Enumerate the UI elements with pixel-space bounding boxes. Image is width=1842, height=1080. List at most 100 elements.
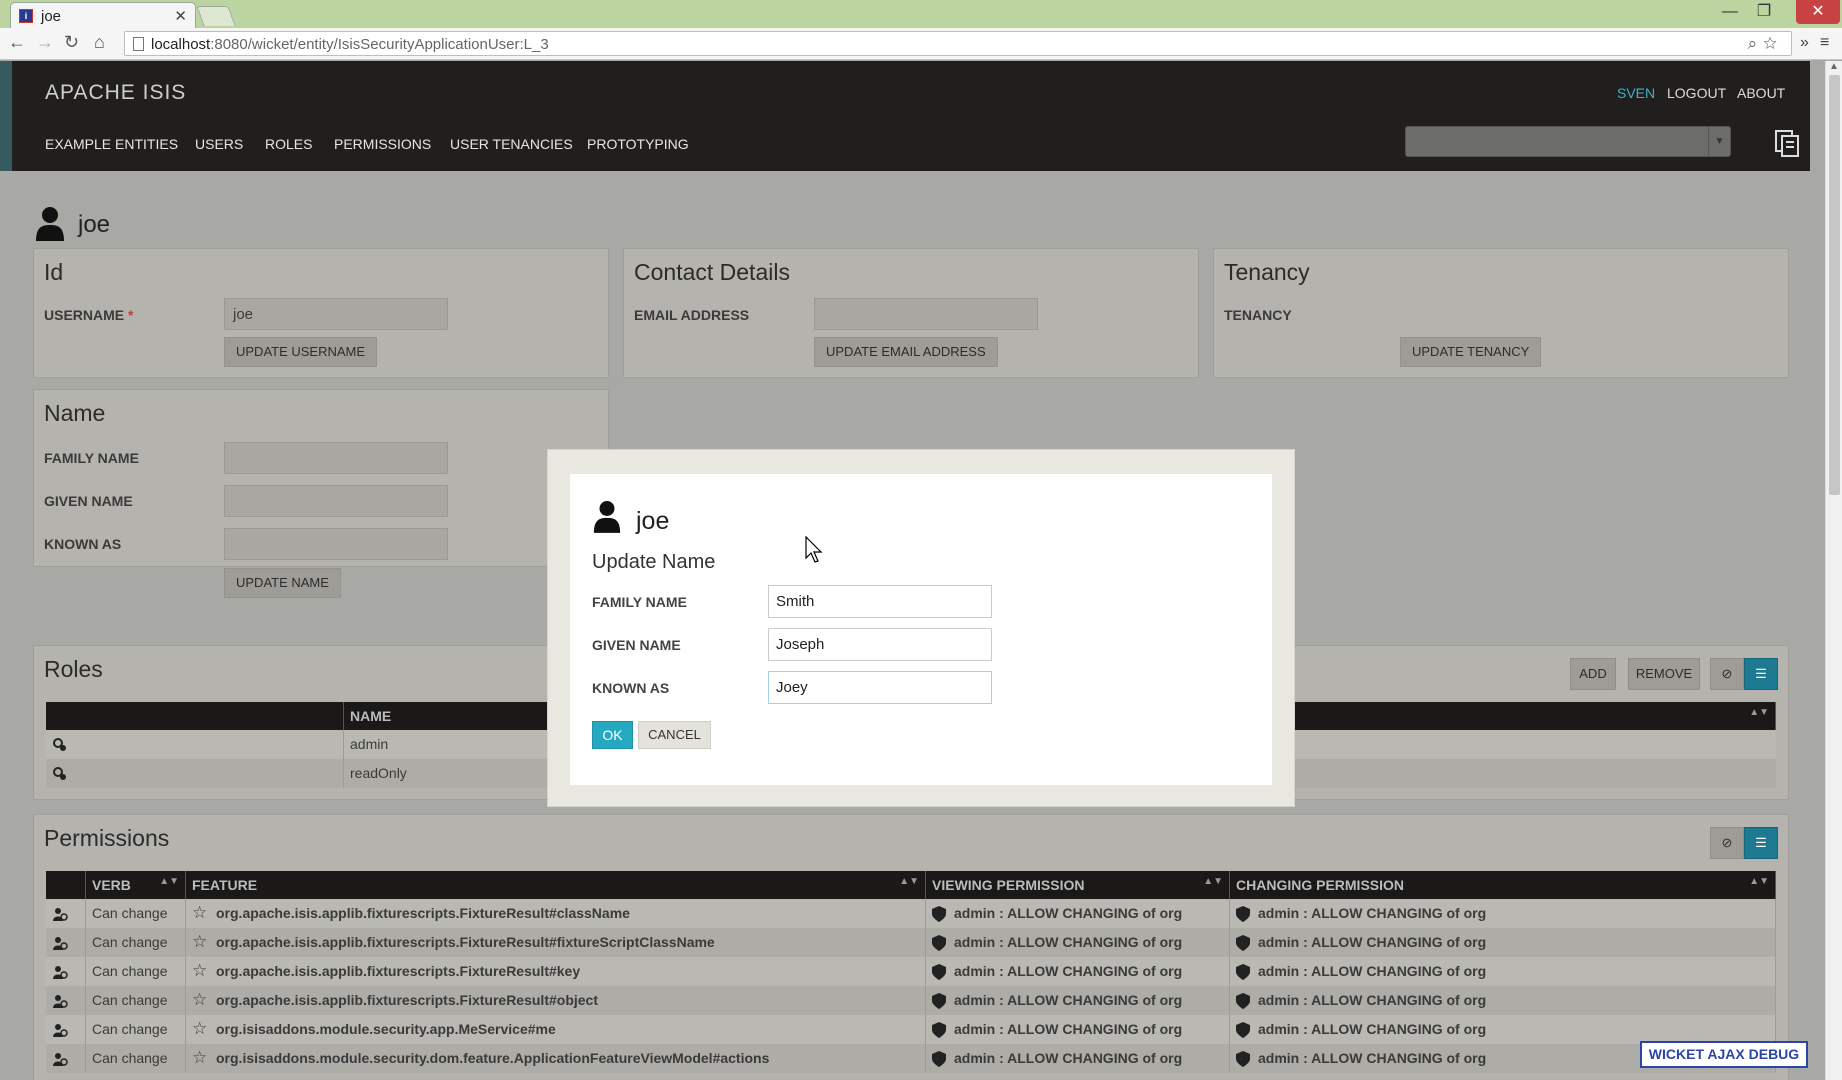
star-icon: ☆ — [192, 1019, 208, 1038]
viewing-permission-header[interactable]: VIEWING PERMISSION ▲▼ — [926, 871, 1230, 899]
scroll-thumb[interactable] — [1829, 75, 1840, 495]
feature-cell[interactable]: ☆ org.isisaddons.module.security.dom.feat… — [186, 1044, 926, 1073]
username-field[interactable]: joe — [224, 298, 448, 330]
changing-permission-cell[interactable]: admin : ALLOW CHANGING of org — [1230, 928, 1776, 957]
menu-users[interactable]: USERS — [195, 136, 243, 152]
shield-icon — [1236, 1051, 1250, 1067]
tab-title: joe — [41, 8, 62, 25]
feature-cell[interactable]: ☆ org.apache.isis.applib.fixturescripts.F… — [186, 899, 926, 928]
bookmark-star-icon[interactable]: ☆ — [1763, 34, 1783, 53]
app-brand[interactable]: APACHE ISIS — [45, 81, 186, 105]
sort-icon[interactable]: ▲▼ — [1203, 876, 1223, 887]
bookmarks-icon[interactable] — [1772, 127, 1802, 157]
dialog-given-name-input[interactable]: Joseph — [768, 628, 992, 661]
family-name-field[interactable] — [224, 442, 448, 474]
zoom-icon[interactable]: ⌕ — [1748, 34, 1764, 53]
menu-permissions[interactable]: PERMISSIONS — [334, 136, 431, 152]
sort-icon[interactable]: ▲▼ — [1749, 876, 1769, 887]
update-email-button[interactable]: UPDATE EMAIL ADDRESS — [814, 337, 998, 367]
forward-icon[interactable]: → — [36, 32, 54, 53]
menu-prototyping[interactable]: PROTOTYPING — [587, 136, 689, 152]
minimize-icon[interactable]: — — [1712, 0, 1748, 24]
viewing-permission-cell[interactable]: admin : ALLOW CHANGING of org — [926, 1015, 1230, 1044]
chrome-menu-icon[interactable]: ≡ — [1820, 34, 1829, 52]
about-link[interactable]: ABOUT — [1737, 85, 1785, 101]
home-icon[interactable]: ⌂ — [94, 32, 105, 53]
feature-cell[interactable]: ☆ org.apache.isis.applib.fixturescripts.F… — [186, 928, 926, 957]
tab-close-icon[interactable]: ✕ — [174, 7, 187, 25]
role-icon — [53, 738, 66, 751]
window-close-icon[interactable]: ✕ — [1796, 0, 1840, 24]
changing-permission-cell[interactable]: admin : ALLOW CHANGING of org — [1230, 957, 1776, 986]
sort-icon[interactable]: ▲▼ — [1749, 707, 1769, 718]
list-view-icon[interactable]: ☰ — [1744, 827, 1778, 859]
dialog-known-as-input[interactable]: Joey — [768, 671, 992, 704]
dialog-action-title: Update Name — [592, 551, 716, 573]
shield-icon — [932, 993, 946, 1009]
update-name-button[interactable]: UPDATE NAME — [224, 568, 341, 598]
user-icon — [593, 501, 621, 533]
dialog-entity-title: joe — [636, 507, 670, 535]
verb-cell: Can change — [86, 899, 186, 928]
shield-icon — [1236, 906, 1250, 922]
current-user-link[interactable]: SVEN — [1617, 85, 1655, 101]
table-row[interactable]: Can change ☆ org.isisaddons.module.securit… — [46, 1044, 1776, 1073]
browser-tab[interactable]: i joe ✕ — [10, 2, 196, 28]
new-tab-button[interactable] — [196, 6, 236, 26]
menu-roles[interactable]: ROLES — [265, 136, 312, 152]
ok-button[interactable]: OK — [592, 721, 633, 749]
dialog-family-name-input[interactable]: Smith — [768, 585, 992, 618]
app-header: APACHE ISIS EXAMPLE ENTITIES USERS ROLES… — [0, 61, 1810, 171]
sort-icon[interactable]: ▲▼ — [899, 876, 919, 887]
viewing-permission-cell[interactable]: admin : ALLOW CHANGING of org — [926, 899, 1230, 928]
given-name-field[interactable] — [224, 485, 448, 517]
table-row[interactable]: Can change ☆ org.isisaddons.module.securit… — [46, 1015, 1776, 1044]
logout-link[interactable]: LOGOUT — [1667, 85, 1726, 101]
search-select[interactable]: ▼ — [1405, 126, 1731, 157]
dialog-family-name-label: FAMILY NAME — [592, 594, 687, 610]
menu-user-tenancies[interactable]: USER TENANCIES — [450, 136, 573, 152]
list-view-icon[interactable]: ☰ — [1744, 658, 1778, 690]
chevron-down-icon[interactable]: ▼ — [1708, 127, 1730, 156]
viewing-permission-cell[interactable]: admin : ALLOW CHANGING of org — [926, 1044, 1230, 1073]
known-as-field[interactable] — [224, 528, 448, 560]
feature-header[interactable]: FEATURE ▲▼ — [186, 871, 926, 899]
table-row[interactable]: Can change ☆ org.apache.isis.applib.fixtur… — [46, 899, 1776, 928]
verb-header[interactable]: VERB ▲▼ — [86, 871, 186, 899]
email-field[interactable] — [814, 298, 1038, 330]
wicket-ajax-debug-button[interactable]: WICKET AJAX DEBUG — [1640, 1041, 1808, 1068]
feature-cell[interactable]: ☆ org.apache.isis.applib.fixturescripts.F… — [186, 957, 926, 986]
extensions-overflow-icon[interactable]: » — [1800, 34, 1809, 52]
address-bar[interactable]: localhost:8080/wicket/entity/IsisSecurit… — [124, 31, 1792, 56]
maximize-icon[interactable]: ❐ — [1746, 0, 1782, 24]
page-content: APACHE ISIS EXAMPLE ENTITIES USERS ROLES… — [0, 61, 1842, 1080]
scroll-up-icon[interactable]: ▲ — [1829, 61, 1839, 72]
update-username-button[interactable]: UPDATE USERNAME — [224, 337, 378, 367]
changing-permission-cell[interactable]: admin : ALLOW CHANGING of org — [1230, 1015, 1776, 1044]
cancel-button[interactable]: CANCEL — [638, 721, 711, 749]
changing-permission-header[interactable]: CHANGING PERMISSION ▲▼ — [1230, 871, 1776, 899]
given-name-label: GIVEN NAME — [44, 493, 133, 509]
hide-columns-icon[interactable]: ⊘ — [1710, 658, 1744, 690]
update-tenancy-button[interactable]: UPDATE TENANCY — [1400, 337, 1542, 367]
feature-cell[interactable]: ☆ org.isisaddons.module.security.app.MeSe… — [186, 1015, 926, 1044]
viewing-permission-cell[interactable]: admin : ALLOW CHANGING of org — [926, 957, 1230, 986]
changing-permission-cell[interactable]: admin : ALLOW CHANGING of org — [1230, 986, 1776, 1015]
browser-titlebar: i joe ✕ — ❐ ✕ — [0, 0, 1842, 28]
table-row[interactable]: Can change ☆ org.apache.isis.applib.fixtur… — [46, 986, 1776, 1015]
user-icon — [36, 207, 64, 241]
changing-permission-cell[interactable]: admin : ALLOW CHANGING of org — [1230, 899, 1776, 928]
page-scrollbar[interactable]: ▲ — [1825, 61, 1842, 1080]
viewing-permission-cell[interactable]: admin : ALLOW CHANGING of org — [926, 928, 1230, 957]
menu-example-entities[interactable]: EXAMPLE ENTITIES — [45, 136, 178, 152]
table-row[interactable]: Can change ☆ org.apache.isis.applib.fixtur… — [46, 928, 1776, 957]
sort-icon[interactable]: ▲▼ — [159, 876, 179, 887]
hide-columns-icon[interactable]: ⊘ — [1710, 827, 1744, 859]
viewing-permission-cell[interactable]: admin : ALLOW CHANGING of org — [926, 986, 1230, 1015]
table-row[interactable]: Can change ☆ org.apache.isis.applib.fixtur… — [46, 957, 1776, 986]
back-icon[interactable]: ← — [8, 32, 26, 53]
reload-icon[interactable]: ↻ — [64, 32, 79, 53]
feature-cell[interactable]: ☆ org.apache.isis.applib.fixturescripts.F… — [186, 986, 926, 1015]
remove-role-button[interactable]: REMOVE — [1628, 658, 1700, 690]
add-role-button[interactable]: ADD — [1570, 658, 1616, 690]
